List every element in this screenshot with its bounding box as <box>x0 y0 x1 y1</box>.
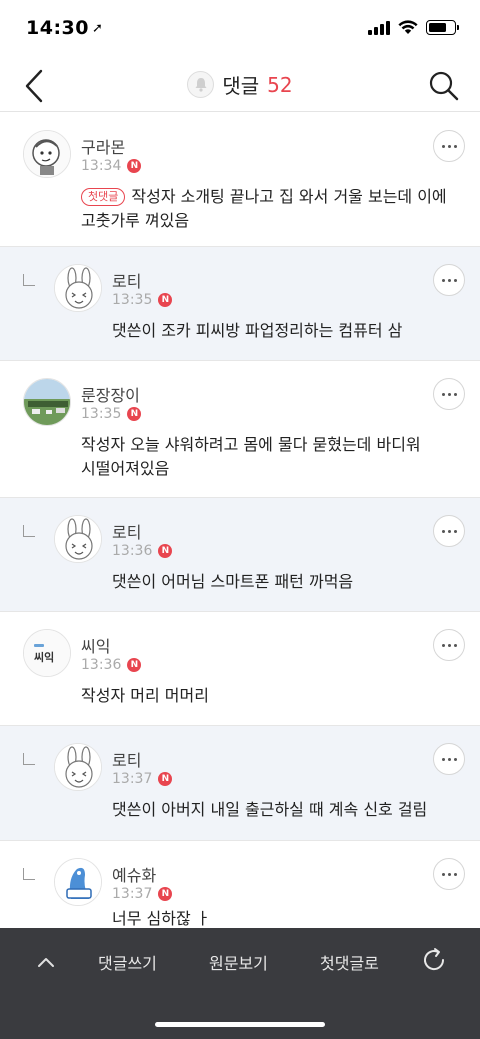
page-title: 댓글 <box>222 74 260 98</box>
more-options-button[interactable] <box>433 515 465 547</box>
reply-corner-icon <box>23 525 35 537</box>
comment-time: 13:34 <box>81 158 122 174</box>
comment-nickname[interactable]: 씨익 <box>81 633 110 657</box>
comment-meta: 13:37 N <box>112 886 173 902</box>
comment-text-line2: 고춧가루 껴있음 <box>81 211 190 230</box>
comment-item: 룬장장이 13:35 N 작성자 오늘 샤워하려고 몸에 물다 묻혔는데 바디워… <box>0 361 480 498</box>
notification-toggle[interactable] <box>187 71 215 98</box>
reply-item: 로티 13:35 N 댓쓴이 조카 피씨방 파업정리하는 컴퓨터 삼 <box>0 247 480 361</box>
new-badge: N <box>127 658 142 672</box>
first-comment-tag: 첫댓글 <box>81 188 126 206</box>
comment-time: 13:36 <box>112 543 153 559</box>
status-bar: 14:30 ➚ <box>0 0 480 60</box>
rabbit-avatar[interactable] <box>54 264 102 312</box>
write-comment-button[interactable]: 댓글쓰기 <box>98 950 157 974</box>
reply-corner-icon <box>23 274 35 286</box>
status-time: 14:30 ➚ <box>26 17 103 39</box>
comment-body: 댓쓴이 아버지 내일 출근하실 때 계속 신호 걸림 <box>112 800 428 819</box>
comment-time: 13:37 <box>112 771 153 787</box>
reply-item: 로티 13:37 N 댓쓴이 아버지 내일 출근하실 때 계속 신호 걸림 <box>0 726 480 841</box>
comment-body: 작성자 머리 머머리 <box>81 686 209 705</box>
new-badge: N <box>158 544 173 558</box>
wifi-icon <box>398 20 418 34</box>
comment-item: 씨익 씨익 13:36 N 작성자 머리 머머리 <box>0 612 480 726</box>
scroll-top-button[interactable] <box>30 946 62 978</box>
more-options-button[interactable] <box>433 858 465 890</box>
comment-meta: 13:36 N <box>112 543 173 559</box>
refresh-button[interactable] <box>418 944 450 976</box>
reply-item: 로티 13:36 N 댓쓴이 어머님 스마트폰 패턴 까먹음 <box>0 498 480 612</box>
new-badge: N <box>158 293 173 307</box>
status-icons <box>368 20 459 35</box>
comment-nickname[interactable]: 구라몬 <box>81 134 125 158</box>
search-icon <box>429 71 459 101</box>
comment-nickname[interactable]: 로티 <box>112 519 141 543</box>
new-badge: N <box>158 887 173 901</box>
reply-corner-icon <box>23 753 35 765</box>
blue-character-avatar[interactable] <box>54 858 102 906</box>
more-options-button[interactable] <box>433 743 465 775</box>
comment-meta: 13:34 N <box>81 158 142 174</box>
landscape-avatar[interactable] <box>23 378 71 426</box>
comment-meta: 13:36 N <box>81 657 142 673</box>
comment-meta: 13:35 N <box>81 406 142 422</box>
comment-meta: 13:37 N <box>112 771 173 787</box>
comment-time: 13:36 <box>81 657 122 673</box>
new-badge: N <box>127 159 142 173</box>
new-badge: N <box>158 772 173 786</box>
search-button[interactable] <box>424 66 464 106</box>
header: 댓글 52 <box>0 60 480 112</box>
comment-nickname[interactable]: 예슈화 <box>112 862 156 886</box>
comment-body: 너무 심하잖 ㅏ <box>112 909 211 928</box>
avatar-text: 씨익 <box>34 651 55 664</box>
chevron-up-icon <box>38 958 54 967</box>
rabbit-avatar[interactable] <box>54 743 102 791</box>
location-arrow-icon: ➚ <box>91 21 104 36</box>
comment-time: 13:35 <box>81 406 122 422</box>
header-title-group: 댓글 52 <box>0 70 480 99</box>
view-original-button[interactable]: 원문보기 <box>209 950 268 974</box>
comment-time: 13:35 <box>112 292 153 308</box>
cellular-signal-icon <box>368 20 390 35</box>
go-first-comment-button[interactable]: 첫댓글로 <box>320 950 379 974</box>
reply-corner-icon <box>23 868 35 880</box>
refresh-icon <box>424 948 445 971</box>
comment-body: 댓쓴이 어머님 스마트폰 패턴 까먹음 <box>112 572 354 591</box>
comment-time: 13:37 <box>112 886 153 902</box>
comment-body: 작성자 오늘 샤워하려고 몸에 물다 묻혔는데 바디워 시떨어져있음 <box>81 433 421 481</box>
text-avatar[interactable]: 씨익 <box>23 629 71 677</box>
comment-body: 댓쓴이 조카 피씨방 파업정리하는 컴퓨터 삼 <box>112 321 403 340</box>
bell-icon <box>195 78 207 92</box>
comment-text-line2: 시떨어져있음 <box>81 459 170 478</box>
comment-text-line1: 작성자 오늘 샤워하려고 몸에 물다 묻혔는데 바디워 <box>81 435 421 454</box>
comment-nickname[interactable]: 로티 <box>112 268 141 292</box>
character-avatar[interactable] <box>23 130 71 178</box>
more-options-button[interactable] <box>433 130 465 162</box>
comment-text-line1: 작성자 소개팅 끝나고 집 와서 거울 보는데 이에 <box>131 187 447 206</box>
battery-icon <box>426 20 459 35</box>
more-options-button[interactable] <box>433 629 465 661</box>
more-options-button[interactable] <box>433 378 465 410</box>
rabbit-avatar[interactable] <box>54 515 102 563</box>
bottom-toolbar: 댓글쓰기 원문보기 첫댓글로 <box>0 928 480 1039</box>
more-options-button[interactable] <box>433 264 465 296</box>
comment-nickname[interactable]: 룬장장이 <box>81 382 140 406</box>
comment-nickname[interactable]: 로티 <box>112 747 141 771</box>
new-badge: N <box>127 407 142 421</box>
comment-count: 52 <box>267 72 293 97</box>
comment-list[interactable]: 구라몬 13:34 N 첫댓글 작성자 소개팅 끝나고 집 와서 거울 보는데 이… <box>0 113 480 928</box>
comment-meta: 13:35 N <box>112 292 173 308</box>
comment-item: 예슈화 13:37 N 너무 심하잖 ㅏ <box>0 841 480 928</box>
comment-body: 첫댓글 작성자 소개팅 끝나고 집 와서 거울 보는데 이에 고춧가루 껴있음 <box>81 185 447 233</box>
status-time-text: 14:30 <box>26 17 89 39</box>
home-indicator[interactable] <box>155 1022 325 1027</box>
comment-item: 구라몬 13:34 N 첫댓글 작성자 소개팅 끝나고 집 와서 거울 보는데 이… <box>0 113 480 247</box>
